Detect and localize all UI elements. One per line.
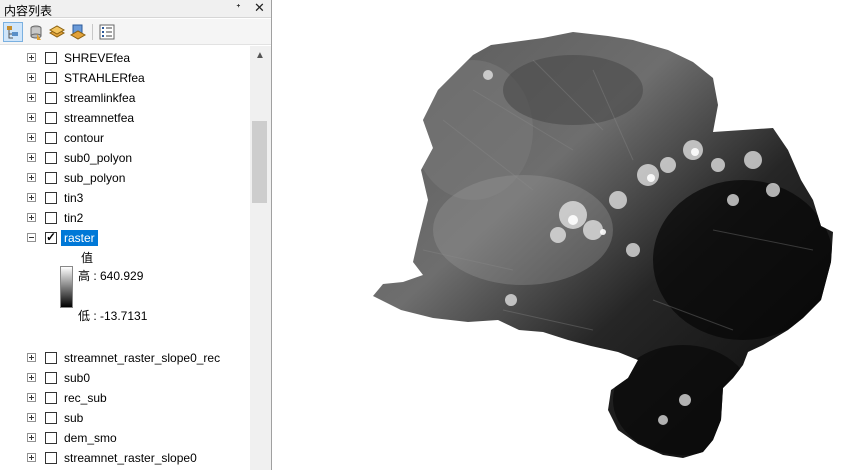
expand-toggle[interactable] xyxy=(27,373,36,382)
layer-visibility-checkbox[interactable] xyxy=(45,212,57,224)
layer-label: rec_sub xyxy=(64,391,107,405)
layer-visibility-checkbox[interactable] xyxy=(45,392,57,404)
close-icon[interactable]: ✕ xyxy=(254,0,265,16)
options-list-icon xyxy=(99,24,115,40)
layer-row-sub0[interactable]: sub0 xyxy=(0,368,250,388)
layer-visibility-checkbox[interactable] xyxy=(45,72,57,84)
layer-row-strahlerfea[interactable]: STRAHLERfea xyxy=(0,68,250,88)
layers-icon xyxy=(48,25,66,38)
expand-toggle[interactable] xyxy=(27,173,36,182)
toc-title-bar: 内容列表 ᐩ ✕ xyxy=(0,0,271,18)
scroll-up-arrow-icon[interactable]: ▲ xyxy=(255,50,265,61)
expand-toggle[interactable] xyxy=(27,133,36,142)
legend-low-value: 低 : -13.7131 xyxy=(78,309,148,323)
layer-label: tin2 xyxy=(64,211,84,225)
layer-row-streamnetfea[interactable]: streamnetfea xyxy=(0,108,250,128)
collapse-toggle[interactable] xyxy=(27,233,36,242)
layer-label: STRAHLERfea xyxy=(64,71,145,85)
layer-label: sub xyxy=(64,411,84,425)
layer-row-streamnet-raster-slope0-rec[interactable]: streamnet_raster_slope0_rec xyxy=(0,348,250,368)
layer-visibility-checkbox[interactable] xyxy=(45,352,57,364)
expand-toggle[interactable] xyxy=(27,53,36,62)
layer-visibility-checkbox[interactable] xyxy=(45,112,57,124)
layer-row-contour[interactable]: contour xyxy=(0,128,250,148)
expand-toggle[interactable] xyxy=(27,193,36,202)
layer-visibility-checkbox[interactable] xyxy=(45,132,57,144)
options-button[interactable] xyxy=(97,22,117,42)
expand-toggle[interactable] xyxy=(27,153,36,162)
expand-toggle[interactable] xyxy=(27,393,36,402)
expand-toggle[interactable] xyxy=(27,453,36,462)
layer-row-raster[interactable]: ✓ raster xyxy=(0,228,250,248)
expand-toggle[interactable] xyxy=(27,213,36,222)
layer-label: sub0_polyon xyxy=(64,151,133,165)
raster-map-canvas[interactable] xyxy=(273,0,855,470)
scrollbar-thumb[interactable] xyxy=(252,121,267,203)
layer-visibility-checkbox[interactable] xyxy=(45,92,57,104)
layer-visibility-checkbox[interactable] xyxy=(45,172,57,184)
list-by-drawing-order-button[interactable] xyxy=(3,22,23,42)
layer-visibility-checkbox[interactable]: ✓ xyxy=(45,230,57,244)
dem-raster-layer xyxy=(373,32,833,458)
layer-visibility-checkbox[interactable] xyxy=(45,192,57,204)
legend-high-value: 高 : 640.929 xyxy=(78,269,144,283)
layer-label: SHREVEfea xyxy=(64,51,131,65)
layer-row-dem-smo[interactable]: dem_smo xyxy=(0,428,250,448)
checkmark-icon: ✓ xyxy=(46,230,57,244)
expand-toggle[interactable] xyxy=(27,93,36,102)
layer-row-shrevefea[interactable]: SHREVEfea xyxy=(0,48,250,68)
layer-row-sub0-polyon[interactable]: sub0_polyon xyxy=(0,148,250,168)
layer-label: streamlinkfea xyxy=(64,91,136,105)
toolbar-separator xyxy=(92,24,93,40)
layer-label: sub_polyon xyxy=(64,171,126,185)
toc-title: 内容列表 xyxy=(4,4,53,18)
list-by-selection-button[interactable] xyxy=(68,22,88,42)
legend-title: 值 xyxy=(81,251,94,265)
layer-row-streamnet-raster-slope0[interactable]: streamnet_raster_slope0 xyxy=(0,448,250,468)
layer-label-selected: raster xyxy=(61,230,98,246)
layer-label: tin3 xyxy=(64,191,84,205)
layer-visibility-checkbox[interactable] xyxy=(45,412,57,424)
expand-toggle[interactable] xyxy=(27,413,36,422)
toc-toolbar xyxy=(0,19,271,45)
layer-row-sub-polyon[interactable]: sub_polyon xyxy=(0,168,250,188)
layer-row-sub[interactable]: sub xyxy=(0,408,250,428)
layer-tree: SHREVEfea STRAHLERfea streamlinkfea stre… xyxy=(0,46,250,470)
database-icon xyxy=(30,25,42,40)
list-by-drawing-order-icon xyxy=(7,26,18,39)
layer-label: sub0 xyxy=(64,371,91,385)
layer-visibility-checkbox[interactable] xyxy=(45,372,57,384)
toc-vertical-scrollbar[interactable]: ▲ xyxy=(250,46,271,470)
list-by-visibility-button[interactable] xyxy=(47,22,67,42)
table-of-contents-panel: 内容列表 ᐩ ✕ SHREVEfea STRAHLERfea streamlin… xyxy=(0,0,272,470)
layer-row-streamlinkfea[interactable]: streamlinkfea xyxy=(0,88,250,108)
expand-toggle[interactable] xyxy=(27,113,36,122)
expand-toggle[interactable] xyxy=(27,353,36,362)
layer-label: contour xyxy=(64,131,105,145)
layer-label: dem_smo xyxy=(64,431,117,445)
layer-label: streamnet_raster_slope0_rec xyxy=(64,351,221,365)
layer-row-tin3[interactable]: tin3 xyxy=(0,188,250,208)
layer-visibility-checkbox[interactable] xyxy=(45,452,57,464)
layer-visibility-checkbox[interactable] xyxy=(45,152,57,164)
selection-layer-icon xyxy=(69,24,87,40)
layer-visibility-checkbox[interactable] xyxy=(45,432,57,444)
pin-icon[interactable]: ᐩ xyxy=(236,1,241,15)
layer-visibility-checkbox[interactable] xyxy=(45,52,57,64)
expand-toggle[interactable] xyxy=(27,73,36,82)
layer-row-tin2[interactable]: tin2 xyxy=(0,208,250,228)
layer-label: streamnet_raster_slope0 xyxy=(64,451,197,465)
map-view[interactable] xyxy=(273,0,855,470)
list-by-source-button[interactable] xyxy=(26,22,46,42)
legend-color-ramp xyxy=(60,266,73,308)
layer-label: streamnetfea xyxy=(64,111,135,125)
layer-row-rec-sub[interactable]: rec_sub xyxy=(0,388,250,408)
expand-toggle[interactable] xyxy=(27,433,36,442)
